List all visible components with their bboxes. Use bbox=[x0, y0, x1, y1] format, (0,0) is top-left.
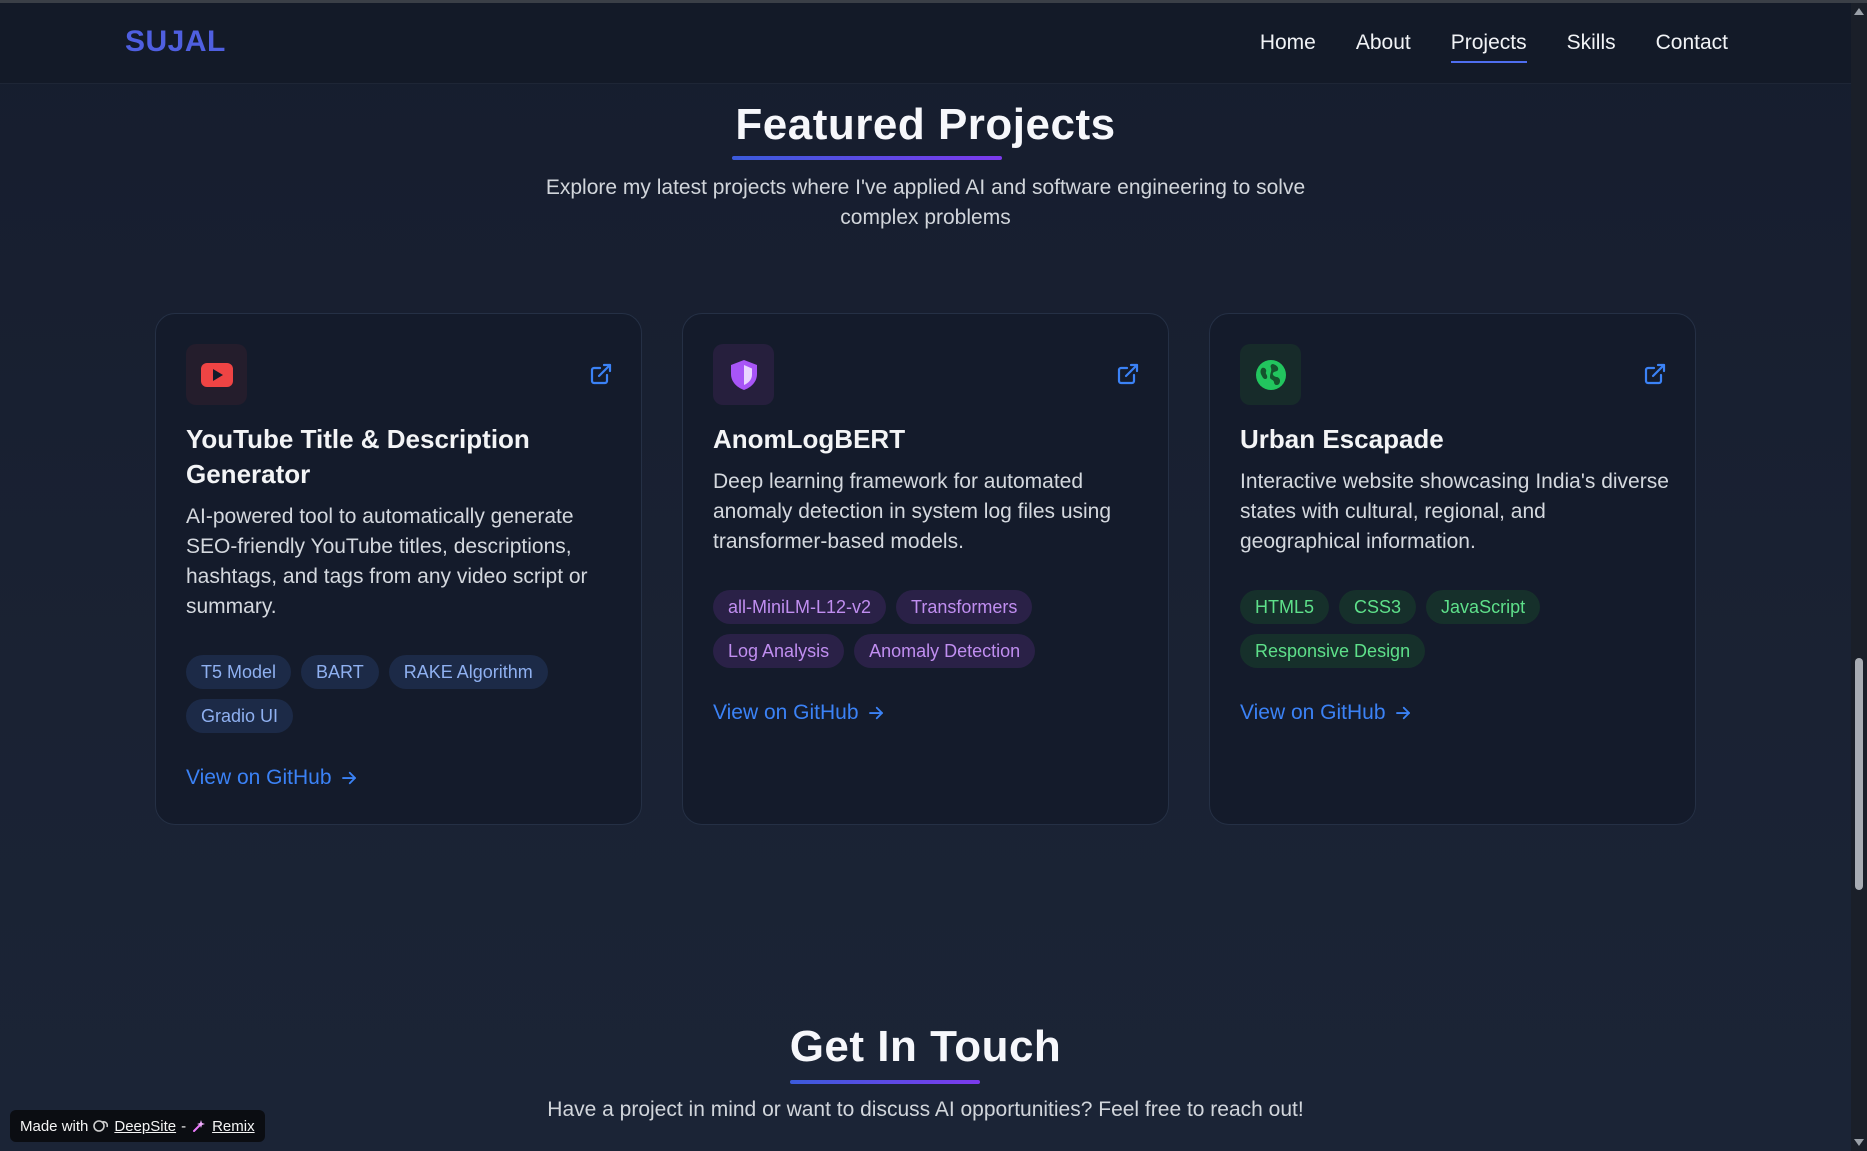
remix-link[interactable]: Remix bbox=[212, 1118, 255, 1135]
tag: Responsive Design bbox=[1240, 634, 1426, 668]
nav-links: Home About Projects Skills Contact bbox=[1260, 31, 1728, 63]
project-description: Deep learning framework for automated an… bbox=[713, 470, 1112, 553]
project-description: AI-powered tool to automatically generat… bbox=[186, 505, 588, 618]
nav-link-skills[interactable]: Skills bbox=[1567, 31, 1616, 61]
tag-list: T5 Model BART RAKE Algorithm Gradio UI bbox=[186, 655, 616, 733]
globe-icon bbox=[1240, 344, 1301, 405]
scroll-up-arrow-icon[interactable] bbox=[1854, 8, 1864, 15]
tag: Anomaly Detection bbox=[854, 634, 1036, 668]
project-title: AnomLogBERT bbox=[713, 424, 906, 454]
projects-heading-wrap: Featured Projects bbox=[0, 100, 1851, 150]
projects-subtitle-line2: complex problems bbox=[840, 206, 1011, 229]
nav-link-home[interactable]: Home bbox=[1260, 31, 1316, 61]
project-card-anomlogbert: AnomLogBERT Deep learning framework for … bbox=[682, 313, 1169, 825]
arrow-right-icon bbox=[868, 706, 883, 720]
project-title: Urban Escapade bbox=[1240, 424, 1444, 454]
nav-link-about[interactable]: About bbox=[1356, 31, 1411, 61]
external-link-icon[interactable] bbox=[1116, 362, 1140, 386]
tag: Gradio UI bbox=[186, 699, 294, 733]
remix-icon bbox=[193, 1120, 206, 1132]
tag: CSS3 bbox=[1339, 590, 1417, 624]
navbar: SUJAL Home About Projects Skills Contact bbox=[0, 3, 1851, 84]
scroll-down-arrow-icon[interactable] bbox=[1854, 1139, 1864, 1146]
github-link[interactable]: View on GitHub bbox=[186, 766, 358, 790]
made-with-label: Made with bbox=[20, 1117, 89, 1135]
contact-heading-underline bbox=[790, 1080, 980, 1084]
github-link-label: View on GitHub bbox=[713, 701, 859, 724]
projects-heading: Featured Projects bbox=[735, 100, 1116, 149]
external-link-icon[interactable] bbox=[589, 362, 613, 386]
nav-link-projects[interactable]: Projects bbox=[1450, 31, 1527, 63]
github-link[interactable]: View on GitHub bbox=[713, 701, 885, 725]
projects-subtitle-line1: Explore my latest projects where I've ap… bbox=[545, 176, 1306, 199]
github-link-label: View on GitHub bbox=[1240, 701, 1386, 724]
project-description: Interactive website showcasing India's d… bbox=[1240, 470, 1669, 553]
tag: T5 Model bbox=[186, 655, 292, 689]
made-with-badge: Made with DeepSite - Remix bbox=[10, 1110, 265, 1142]
tag: Log Analysis bbox=[713, 634, 845, 668]
arrow-right-icon bbox=[1395, 706, 1410, 720]
tag: JavaScript bbox=[1426, 590, 1541, 624]
arrow-right-icon bbox=[341, 771, 356, 785]
projects-subtitle: Explore my latest projects where I've ap… bbox=[0, 173, 1851, 233]
tag: RAKE Algorithm bbox=[388, 655, 548, 689]
contact-subtitle: Have a project in mind or want to discus… bbox=[547, 1098, 1304, 1121]
contact-heading-wrap: Get In Touch bbox=[0, 1022, 1851, 1072]
deepsite-link[interactable]: DeepSite bbox=[114, 1118, 176, 1135]
github-link[interactable]: View on GitHub bbox=[1240, 701, 1412, 725]
scrollbar[interactable] bbox=[1851, 3, 1867, 1151]
tag: HTML5 bbox=[1240, 590, 1330, 624]
nav-link-contact[interactable]: Contact bbox=[1656, 31, 1728, 61]
external-link-icon[interactable] bbox=[1643, 362, 1667, 386]
project-card-urban-escapade: Urban Escapade Interactive website showc… bbox=[1209, 313, 1696, 825]
shield-icon bbox=[713, 344, 774, 405]
github-link-label: View on GitHub bbox=[186, 766, 332, 789]
project-title: YouTube Title & Description Generator bbox=[186, 424, 530, 489]
tag-list: all-MiniLM-L12-v2 Transformers Log Analy… bbox=[713, 590, 1143, 668]
tag-list: HTML5 CSS3 JavaScript Responsive Design bbox=[1240, 590, 1670, 668]
contact-heading: Get In Touch bbox=[789, 1022, 1062, 1071]
badge-separator: - bbox=[181, 1117, 187, 1135]
tag: BART bbox=[301, 655, 379, 689]
project-card-youtube: YouTube Title & Description Generator AI… bbox=[155, 313, 642, 825]
scrollbar-thumb[interactable] bbox=[1855, 658, 1863, 890]
youtube-icon bbox=[186, 344, 247, 405]
tag: Transformers bbox=[896, 590, 1033, 624]
deepsite-logo-icon bbox=[93, 1120, 109, 1132]
tag: all-MiniLM-L12-v2 bbox=[713, 590, 887, 624]
site-logo[interactable]: SUJAL bbox=[125, 25, 226, 59]
projects-heading-underline bbox=[732, 156, 1002, 160]
